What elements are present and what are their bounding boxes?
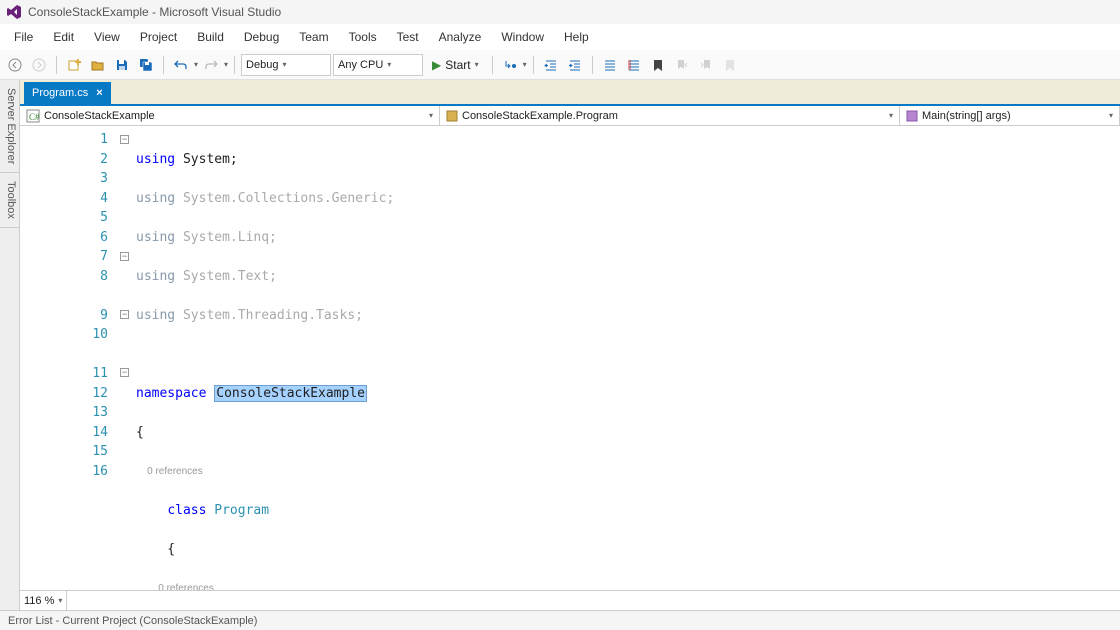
code-content[interactable]: using System; using System.Collections.G… [136, 126, 1120, 590]
nav-fwd-button[interactable] [28, 54, 50, 76]
menu-help[interactable]: Help [554, 26, 599, 48]
svg-text:C#: C# [29, 112, 40, 122]
save-button[interactable] [111, 54, 133, 76]
file-tab-label: Program.cs [32, 87, 88, 99]
lineno: 8 [20, 267, 120, 287]
lineno: 11 [20, 364, 120, 384]
title-bar: ConsoleStackExample - Microsoft Visual S… [0, 0, 1120, 24]
next-bookmark-button[interactable] [695, 54, 717, 76]
new-project-button[interactable] [63, 54, 85, 76]
fold-toggle[interactable]: − [120, 368, 129, 377]
lineno: 2 [20, 150, 120, 170]
window-title: ConsoleStackExample - Microsoft Visual S… [28, 5, 281, 19]
status-bar: Error List - Current Project (ConsoleSta… [0, 610, 1120, 630]
csharp-project-icon: C# [26, 109, 40, 123]
menu-test[interactable]: Test [387, 26, 429, 48]
lineno: 6 [20, 228, 120, 248]
open-button[interactable] [87, 54, 109, 76]
uncomment-button[interactable] [623, 54, 645, 76]
file-tab-program[interactable]: Program.cs × [24, 82, 111, 104]
nav-back-button[interactable] [4, 54, 26, 76]
zoom-value: 116 % [24, 595, 54, 607]
nav-member-label: Main(string[] args) [922, 110, 1011, 122]
menu-tools[interactable]: Tools [339, 26, 387, 48]
tab-strip: Program.cs × [20, 80, 1120, 104]
step-into-button[interactable] [499, 54, 521, 76]
status-text: Error List - Current Project (ConsoleSta… [8, 615, 257, 627]
lineno: 1 [20, 130, 120, 150]
platform-value: Any CPU [338, 59, 383, 71]
code-editor[interactable]: 1 2 3 4 5 6 7 8 9 10 11 12 13 14 15 16 − [20, 126, 1120, 590]
undo-dropdown-caret[interactable]: ▾ [194, 60, 198, 69]
menu-build[interactable]: Build [187, 26, 234, 48]
toolbar: ▾ ▾ Debug▾ Any CPU▾ ▶ Start ▾ ▾ [0, 50, 1120, 80]
codelens-references[interactable]: 0 references [147, 466, 203, 477]
nav-project-label: ConsoleStackExample [44, 110, 155, 122]
indent-less-button[interactable] [540, 54, 562, 76]
line-number-gutter: 1 2 3 4 5 6 7 8 9 10 11 12 13 14 15 16 [20, 126, 120, 590]
zoom-dropdown[interactable]: 116 % ▾ [20, 591, 67, 610]
lineno: 7 [20, 247, 120, 267]
nav-project-dropdown[interactable]: C# ConsoleStackExample ▾ [20, 106, 440, 125]
selected-identifier: ConsoleStackExample [214, 385, 367, 402]
menu-analyze[interactable]: Analyze [429, 26, 492, 48]
close-tab-icon[interactable]: × [96, 87, 102, 99]
nav-class-dropdown[interactable]: ConsoleStackExample.Program ▾ [440, 106, 900, 125]
menu-file[interactable]: File [4, 26, 43, 48]
clear-bookmarks-button[interactable] [719, 54, 741, 76]
prev-bookmark-button[interactable] [671, 54, 693, 76]
menu-project[interactable]: Project [130, 26, 187, 48]
codelens-references[interactable]: 0 references [158, 583, 214, 591]
menu-debug[interactable]: Debug [234, 26, 289, 48]
comment-button[interactable] [599, 54, 621, 76]
lineno: 16 [20, 462, 120, 482]
fold-gutter: − − − − [120, 126, 136, 590]
nav-class-label: ConsoleStackExample.Program [462, 110, 618, 122]
workspace: Server Explorer Toolbox Program.cs × C# … [0, 80, 1120, 610]
server-explorer-tab[interactable]: Server Explorer [0, 80, 19, 173]
undo-button[interactable] [170, 54, 192, 76]
menu-window[interactable]: Window [491, 26, 554, 48]
fold-toggle[interactable]: − [120, 252, 129, 261]
navigation-bar: C# ConsoleStackExample ▾ ConsoleStackExa… [20, 104, 1120, 126]
lineno: 9 [20, 306, 120, 326]
start-button[interactable]: ▶ Start ▾ [425, 54, 486, 76]
method-icon [906, 110, 918, 122]
lineno: 5 [20, 208, 120, 228]
lineno: 10 [20, 325, 120, 345]
config-value: Debug [246, 59, 278, 71]
editor-area: Program.cs × C# ConsoleStackExample ▾ Co… [20, 80, 1120, 610]
indent-more-button[interactable] [564, 54, 586, 76]
config-dropdown[interactable]: Debug▾ [241, 54, 331, 76]
fold-toggle[interactable]: − [120, 310, 129, 319]
menu-view[interactable]: View [84, 26, 130, 48]
lineno: 3 [20, 169, 120, 189]
platform-dropdown[interactable]: Any CPU▾ [333, 54, 423, 76]
side-tab-well: Server Explorer Toolbox [0, 80, 20, 610]
class-icon [446, 110, 458, 122]
nav-member-dropdown[interactable]: Main(string[] args) ▾ [900, 106, 1120, 125]
lineno: 15 [20, 442, 120, 462]
menu-edit[interactable]: Edit [43, 26, 84, 48]
menu-bar: File Edit View Project Build Debug Team … [0, 24, 1120, 50]
menu-team[interactable]: Team [289, 26, 338, 48]
lineno: 13 [20, 403, 120, 423]
lineno: 4 [20, 189, 120, 209]
lineno: 14 [20, 423, 120, 443]
vs-logo-icon [6, 4, 22, 20]
play-icon: ▶ [432, 58, 441, 72]
fold-toggle[interactable]: − [120, 135, 129, 144]
bookmark-button[interactable] [647, 54, 669, 76]
toolbox-tab[interactable]: Toolbox [0, 173, 19, 228]
start-label: Start [445, 58, 470, 72]
save-all-button[interactable] [135, 54, 157, 76]
lineno: 12 [20, 384, 120, 404]
redo-dropdown-caret[interactable]: ▾ [224, 60, 228, 69]
redo-button[interactable] [200, 54, 222, 76]
editor-footer: 116 % ▾ [20, 590, 1120, 610]
